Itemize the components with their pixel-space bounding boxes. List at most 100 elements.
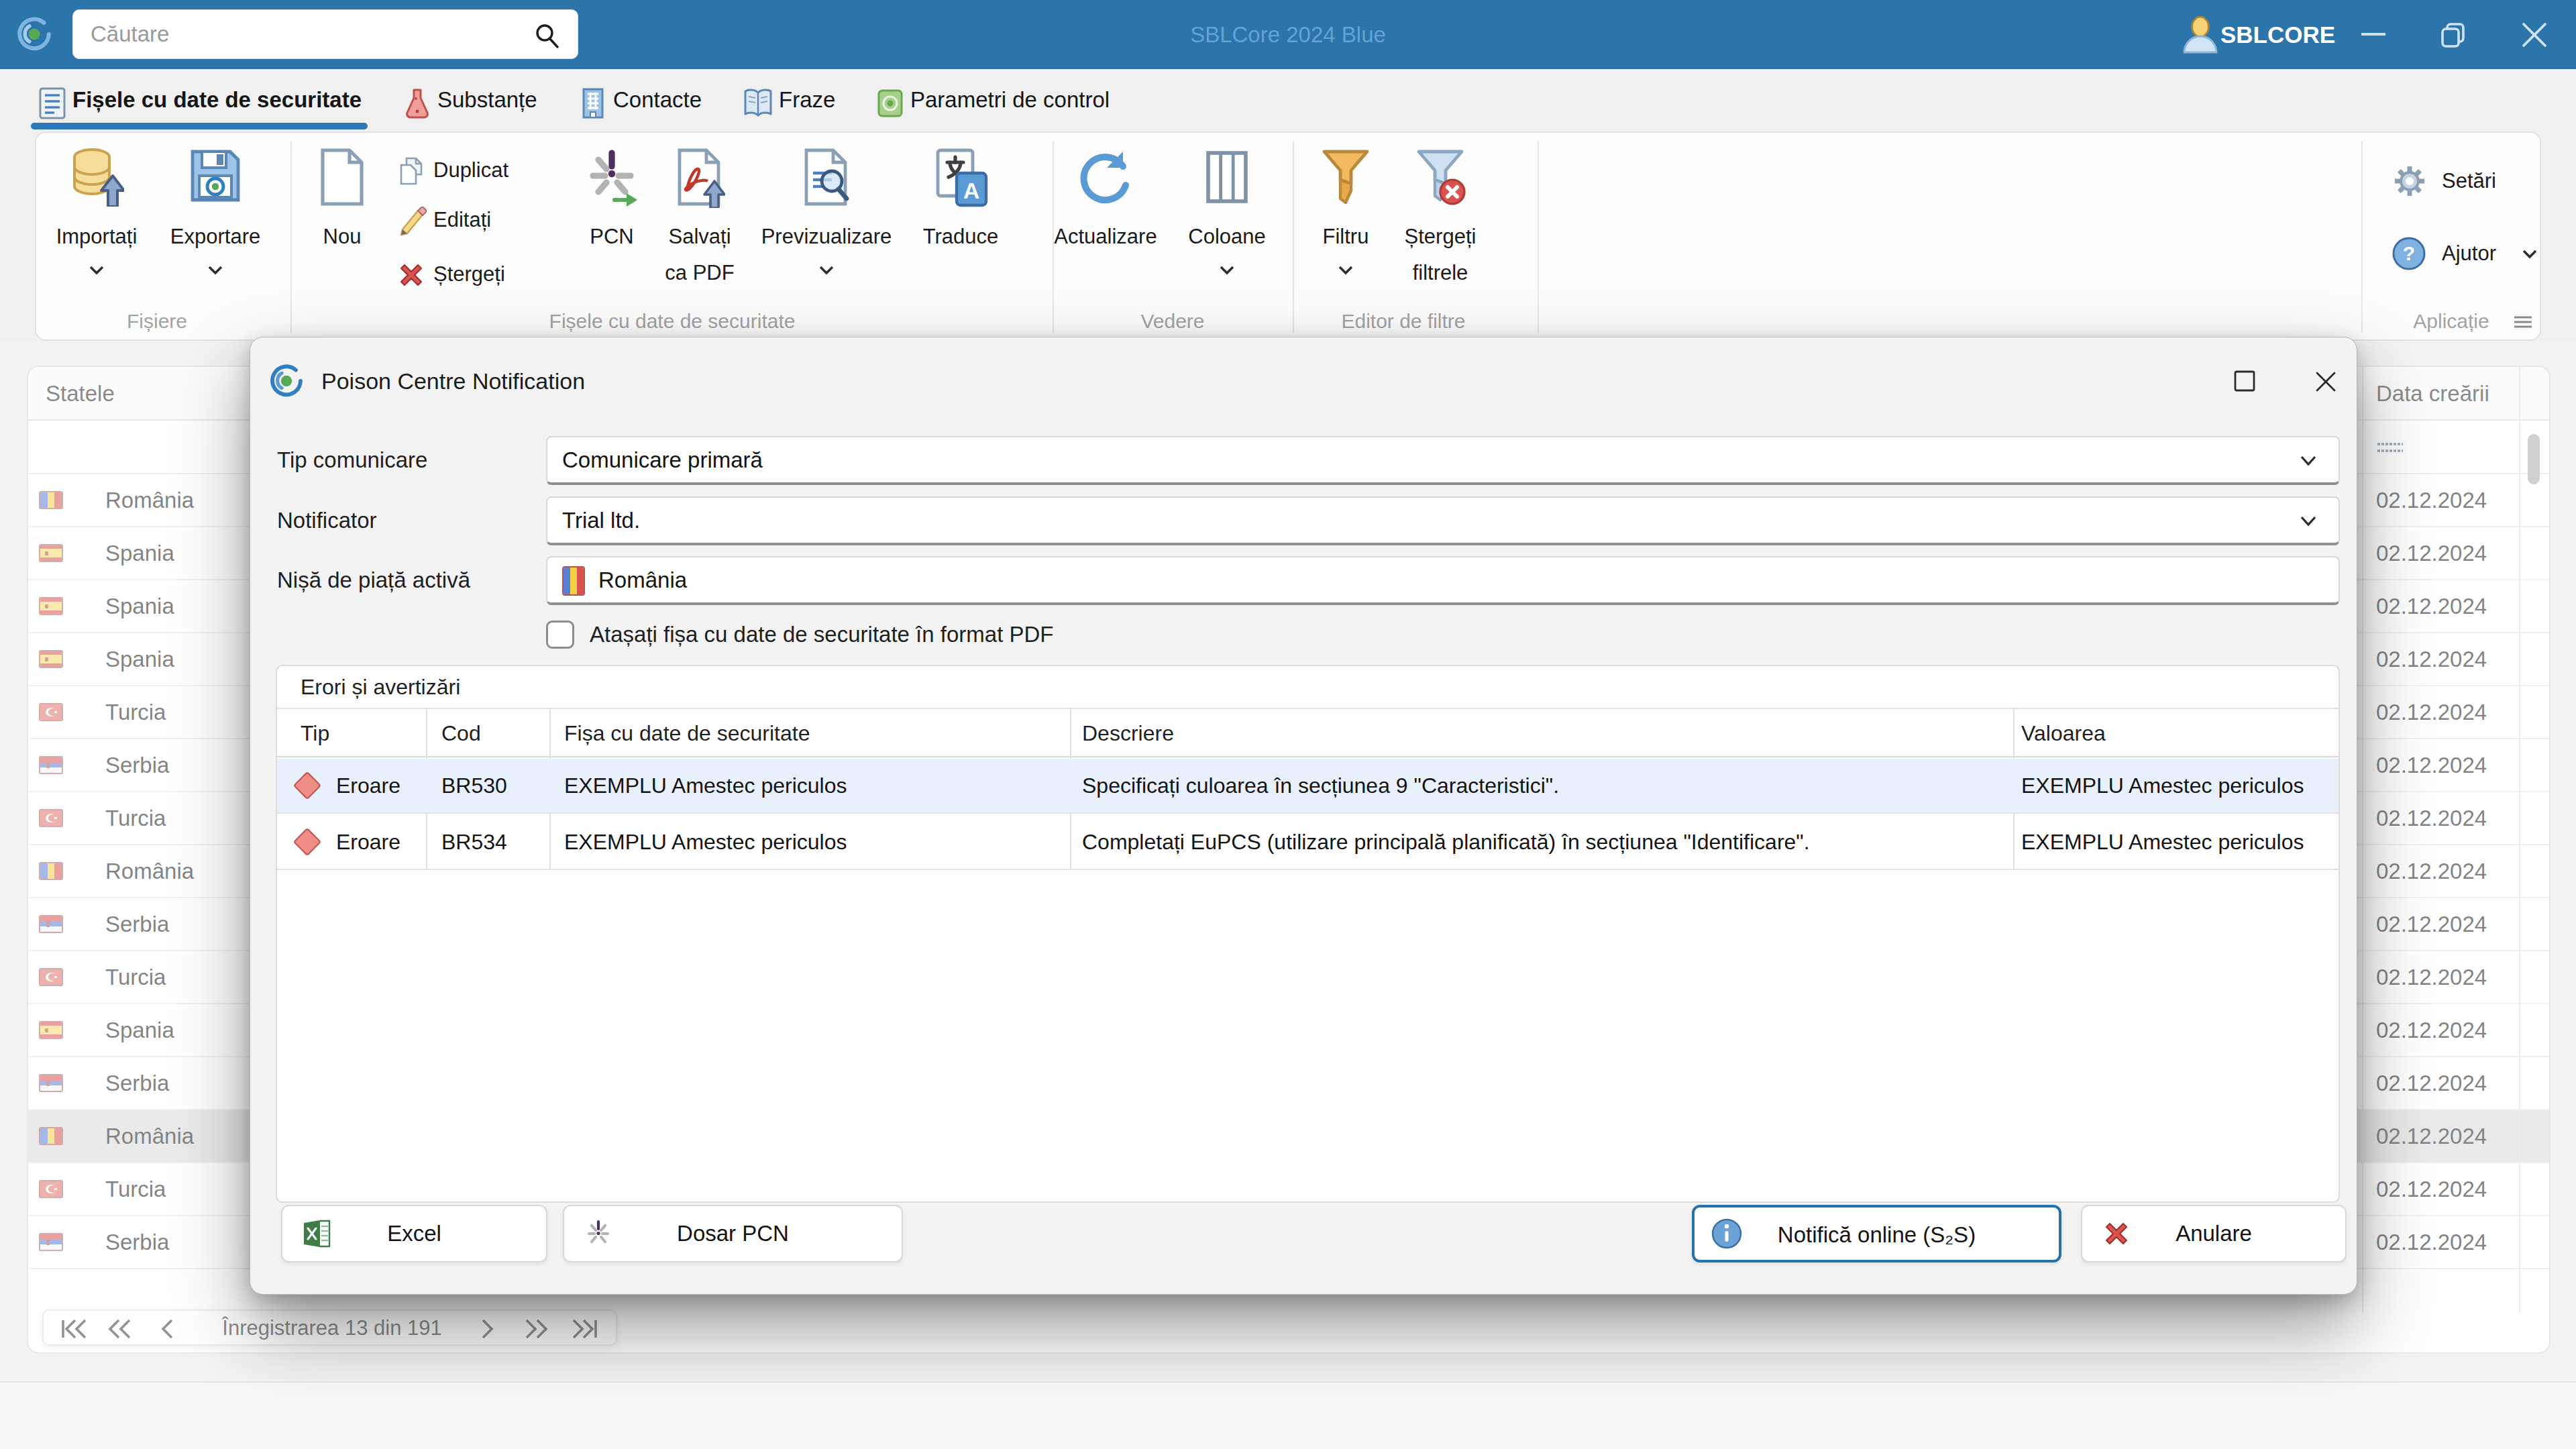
- preview-button[interactable]: Previzualizare: [743, 133, 910, 334]
- tab-label: Fraze: [779, 69, 835, 130]
- error-icon: [293, 828, 321, 856]
- errors-groupbox: Erori și avertizări Tip Cod Fișa cu date…: [276, 665, 2340, 1203]
- columns-icon: [1200, 146, 1254, 208]
- attach-pdf-checkbox[interactable]: [546, 621, 574, 649]
- pcn-icon: [582, 146, 641, 208]
- poison-centre-notification-dialog: Poison Centre Notification Tip comunicar…: [250, 337, 2357, 1295]
- dosar-pcn-button[interactable]: Dosar PCN: [563, 1205, 903, 1263]
- group-label-filter-editor: Editor de filtre: [1336, 306, 1470, 337]
- active-tab-underline: [31, 123, 368, 129]
- dialog-close-button[interactable]: [2311, 367, 2341, 396]
- tab-label: Parametri de control: [910, 69, 1110, 130]
- import-button[interactable]: Importați: [46, 133, 147, 334]
- tab-safety-data-sheets[interactable]: Fișele cu date de securitate: [31, 69, 380, 130]
- clear-filters-button[interactable]: Ștergeți filtrele: [1383, 133, 1497, 334]
- attach-pdf-label: Atașați fișa cu date de securitate în fo…: [590, 610, 1054, 659]
- control-parameters-icon: [875, 87, 905, 119]
- ribbon: Importați Exportare Fișiere Nou Duplicat: [35, 131, 2541, 341]
- menu-icon[interactable]: [2512, 314, 2534, 330]
- help-label: Ajutor: [2442, 232, 2496, 275]
- pencil-icon: [396, 205, 427, 236]
- group-label-files: Fișiere: [90, 306, 224, 337]
- group-label-view: Vedere: [1106, 306, 1240, 337]
- settings-button[interactable]: Setări: [2377, 160, 2538, 203]
- chevron-down-icon: [2297, 453, 2320, 468]
- svg-text:A: A: [963, 178, 980, 203]
- gear-icon: [2392, 164, 2427, 199]
- clear-filter-icon: [1413, 146, 1467, 208]
- pdf-icon: [674, 146, 725, 208]
- tab-control-parameters[interactable]: Parametri de control: [873, 69, 1134, 130]
- translate-icon: A: [932, 146, 989, 208]
- new-document-icon: [317, 146, 367, 208]
- group-divider: [1293, 141, 1294, 333]
- translate-button[interactable]: A Traduce: [904, 133, 1018, 334]
- minimize-button[interactable]: [2359, 24, 2388, 44]
- tip-comunicare-label: Tip comunicare: [277, 436, 427, 484]
- group-divider: [1538, 141, 1539, 333]
- columns-button[interactable]: Coloane: [1170, 133, 1284, 334]
- title-bar: Căutare SBLCore 2024 Blue SBLCORE: [0, 0, 2576, 69]
- dialog-maximize-button[interactable]: [2231, 367, 2259, 395]
- save-pdf-button[interactable]: Salvați ca PDF: [646, 133, 753, 334]
- group-divider: [290, 141, 292, 333]
- chevron-down-icon: [1217, 264, 1237, 276]
- chevron-down-icon: [2297, 514, 2320, 529]
- romania-flag-icon: [562, 566, 585, 596]
- refresh-icon: [1075, 146, 1136, 208]
- tab-bar: Fișele cu date de securitate Substanțe C…: [0, 69, 2576, 130]
- new-button[interactable]: Nou: [302, 133, 382, 334]
- duplicate-icon: [396, 156, 427, 186]
- pcn-button[interactable]: PCN: [578, 133, 645, 334]
- book-icon: [743, 87, 773, 119]
- tab-substances[interactable]: Substanțe: [400, 69, 554, 130]
- errors-table-header: Tip Cod Fișa cu date de securitate Descr…: [277, 709, 2339, 757]
- chevron-down-icon: [87, 264, 107, 276]
- tab-phrases[interactable]: Fraze: [740, 69, 847, 130]
- errors-group-title: Erori și avertizări: [301, 666, 460, 708]
- chevron-down-icon: [2520, 248, 2540, 260]
- chevron-down-icon: [816, 264, 837, 276]
- flask-icon: [402, 87, 432, 119]
- filter-icon: [1319, 146, 1373, 208]
- restore-button[interactable]: [2439, 20, 2469, 50]
- notificator-select[interactable]: Trial ltd.: [546, 496, 2340, 545]
- cancel-button[interactable]: Anulare: [2081, 1205, 2347, 1263]
- help-button[interactable]: ? Ajutor: [2377, 232, 2538, 275]
- tip-comunicare-select[interactable]: Comunicare primară: [546, 436, 2340, 485]
- svg-text:?: ?: [2403, 242, 2415, 264]
- app-logo-icon: [268, 362, 305, 400]
- duplicate-button[interactable]: Duplicat: [396, 150, 570, 191]
- refresh-button[interactable]: Actualizare: [1028, 133, 1183, 334]
- account-name[interactable]: SBLCORE: [2220, 0, 2335, 69]
- notificator-label: Notificator: [277, 496, 377, 545]
- close-button[interactable]: [2520, 20, 2549, 50]
- group-divider: [2361, 141, 2363, 333]
- export-floppy-icon: [187, 146, 244, 205]
- help-icon: ?: [2391, 235, 2427, 272]
- nisa-field[interactable]: România: [546, 556, 2340, 605]
- tab-label: Contacte: [613, 69, 702, 130]
- delete-x-icon: [396, 260, 427, 290]
- delete-button[interactable]: Ștergeți: [396, 254, 570, 295]
- settings-label: Setări: [2442, 160, 2496, 203]
- edit-button[interactable]: Editați: [396, 199, 570, 241]
- user-icon: [2182, 15, 2219, 55]
- group-label-sds: Fișele cu date de securitate: [504, 306, 840, 337]
- group-label-application: Aplicație: [2371, 306, 2532, 337]
- excel-button[interactable]: Excel: [281, 1205, 547, 1263]
- tab-contacts[interactable]: Contacte: [576, 69, 716, 130]
- nisa-label: Nișă de piață activă: [277, 556, 470, 604]
- tab-label: Fișele cu date de securitate: [72, 69, 362, 130]
- document-icon: [38, 87, 67, 119]
- error-row[interactable]: Eroare BR534 EXEMPLU Amestec periculos C…: [277, 815, 2339, 870]
- tab-label: Substanțe: [437, 69, 537, 130]
- notify-online-button[interactable]: Notifică online (S₂S): [1692, 1205, 2061, 1263]
- error-row[interactable]: Eroare BR530 EXEMPLU Amestec periculos S…: [277, 759, 2339, 814]
- filter-button[interactable]: Filtru: [1302, 133, 1389, 334]
- chevron-down-icon: [1336, 264, 1356, 276]
- preview-icon: [800, 146, 853, 208]
- export-button[interactable]: Exportare: [165, 133, 266, 334]
- chevron-down-icon: [205, 264, 225, 276]
- import-database-icon: [69, 146, 124, 207]
